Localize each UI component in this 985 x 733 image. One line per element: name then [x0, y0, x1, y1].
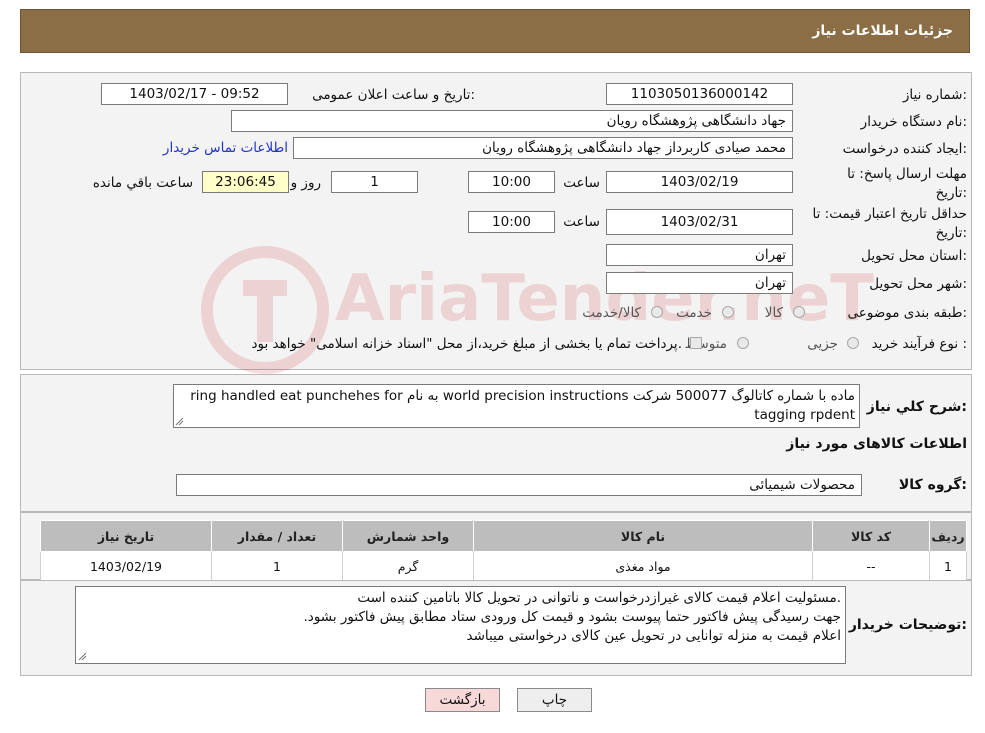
reply-time-field: 10:00 — [468, 171, 555, 193]
price-validity-time-label: ساعت — [563, 214, 600, 230]
buyer-org-label: نام دستگاه خریدار: — [860, 114, 967, 130]
category-goods-radio[interactable] — [793, 306, 805, 318]
col-header-date: تاریخ نیاز — [40, 520, 212, 552]
col-header-code: کد کالا — [812, 520, 930, 552]
creator-label: ایجاد کننده درخواست: — [842, 141, 967, 157]
announce-label: تاریخ و ساعت اعلان عمومی: — [312, 87, 475, 103]
province-field: تهران — [606, 244, 793, 266]
resize-grip-icon[interactable] — [175, 417, 184, 426]
col-header-row: ردیف — [929, 520, 967, 552]
creator-field: محمد صیادی کاربرداز جهاد دانشگاهی پژوهشگ… — [293, 137, 793, 159]
remaining-days-field: 1 — [331, 171, 418, 193]
back-button[interactable]: بازگشت — [425, 688, 500, 712]
col-header-unit: واحد شمارش — [342, 520, 474, 552]
description-textarea[interactable]: ماده با شماره کاتالوگ 500077 شرکت world … — [173, 384, 860, 428]
cell-qty: 1 — [211, 551, 343, 581]
cell-row: 1 — [929, 551, 967, 581]
category-goods-label: کالا — [764, 305, 783, 321]
process-minor-radio[interactable] — [847, 337, 859, 349]
goods-section-title: اطلاعات کالاهای مورد نیاز — [786, 436, 967, 452]
goods-group-label: گروه کالا: — [898, 477, 967, 493]
category-goods-service-label: کالا/خدمت — [582, 305, 641, 321]
buyer-contact-link[interactable]: اطلاعات تماس خریدار — [163, 140, 288, 156]
goods-group-field: محصولات شیمیائی — [176, 474, 862, 496]
remaining-time-label: ساعت باقي مانده — [92, 175, 193, 191]
page-title: جزئیات اطلاعات نیاز — [812, 23, 953, 39]
announce-datetime-field: 1403/02/17 - 09:52 — [101, 83, 288, 105]
print-button[interactable]: چاپ — [517, 688, 592, 712]
watermark-logo — [195, 240, 335, 380]
watermark-text: AriaTender.neT — [335, 262, 874, 336]
price-validity-date-field: 1403/02/31 — [606, 209, 793, 235]
buyer-org-field: جهاد دانشگاهی پژوهشگاه رویان — [231, 110, 793, 132]
price-validity-time-field: 10:00 — [468, 211, 555, 233]
buyer-note-line-3: اعلام قیمت به منزله توانایی در تحویل عین… — [466, 628, 841, 644]
reply-time-label: ساعت — [563, 175, 600, 191]
process-medium-radio[interactable] — [737, 337, 749, 349]
col-header-name: نام کالا — [473, 520, 813, 552]
notes-resize-grip-icon[interactable] — [78, 652, 87, 661]
city-field: تهران — [606, 272, 793, 294]
process-label: نوع فرآیند خرید : — [871, 336, 967, 352]
need-number-field: 1103050136000142 — [606, 83, 793, 105]
treasury-checkbox[interactable] — [690, 337, 702, 349]
need-number-label: شماره نیاز: — [902, 87, 967, 103]
items-table: ردیف کد کالا نام کالا واحد شمارش تعداد /… — [40, 520, 967, 581]
process-minor-label: جزیی — [807, 336, 838, 352]
description-line-2: tagging rpdent — [754, 407, 855, 423]
buyer-note-line-2: جهت رسیدگی پیش فاکتور حتما پیوست بشود و … — [303, 609, 841, 625]
price-validity-label: حداقل تاریخ اعتبار قیمت: تا تاریخ: — [812, 206, 967, 241]
page-header: جزئیات اطلاعات نیاز — [20, 9, 970, 53]
description-label: شرح کلي نياز: — [866, 399, 967, 415]
table-header-row: ردیف کد کالا نام کالا واحد شمارش تعداد /… — [40, 520, 967, 552]
cell-date: 1403/02/19 — [40, 551, 212, 581]
buyer-note-line-1: .مسئولیت اعلام قیمت کالای غیرازدرخواست و… — [357, 590, 841, 606]
city-label: شهر محل تحویل: — [869, 276, 967, 292]
buyer-notes-textarea[interactable]: .مسئولیت اعلام قیمت کالای غیرازدرخواست و… — [75, 586, 846, 664]
cell-unit: گرم — [342, 551, 474, 581]
days-label: روز و — [290, 175, 321, 191]
cell-name: مواد مغذی — [473, 551, 813, 581]
cell-code: -- — [812, 551, 930, 581]
category-service-label: خدمت — [676, 305, 712, 321]
buyer-notes-label: توضیحات خریدار: — [848, 617, 967, 633]
remaining-time-field: 23:06:45 — [202, 171, 289, 193]
category-service-radio[interactable] — [722, 306, 734, 318]
province-label: استان محل تحویل: — [861, 248, 967, 264]
table-row: 1 -- مواد مغذی گرم 1 1403/02/19 — [40, 551, 967, 581]
reply-deadline-label: مهلت ارسال پاسخ: تا تاریخ: — [847, 166, 967, 201]
description-line-1: ماده با شماره کاتالوگ 500077 شرکت world … — [190, 388, 855, 404]
category-goods-service-radio[interactable] — [651, 306, 663, 318]
col-header-qty: تعداد / مقدار — [211, 520, 343, 552]
reply-date-field: 1403/02/19 — [606, 171, 793, 193]
process-note: پرداخت تمام یا بخشی از مبلغ خرید،از محل … — [251, 336, 682, 352]
category-label: طبقه بندی موضوعی: — [847, 305, 967, 321]
